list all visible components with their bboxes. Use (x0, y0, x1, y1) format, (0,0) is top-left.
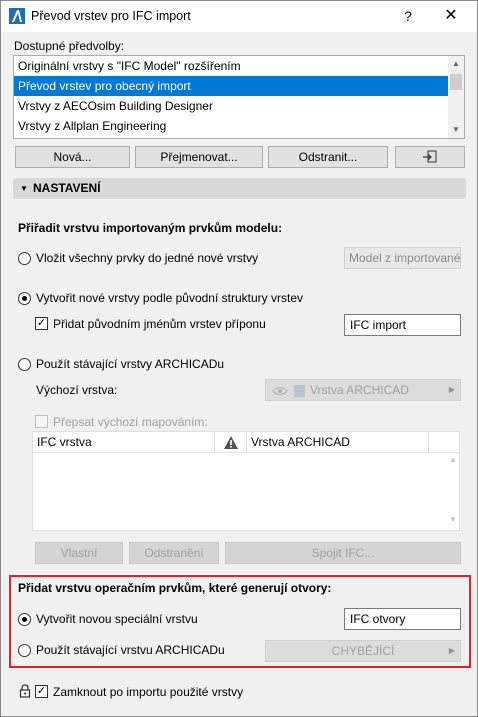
import-export-button[interactable] (395, 146, 465, 168)
presets-scrollbar[interactable]: ▲ ▼ (448, 56, 464, 138)
openings-existing-select[interactable]: CHYBĚJÍCÍ ▶ (265, 640, 461, 662)
scroll-down-icon[interactable]: ▼ (446, 515, 460, 524)
help-button[interactable]: ? (393, 5, 423, 27)
dropdown-arrow-icon: ▶ (448, 385, 455, 394)
settings-section-title: NASTAVENÍ (33, 181, 101, 195)
default-layer-select[interactable]: Vrstva ARCHICAD ▶ (265, 379, 461, 401)
rename-preset-button[interactable]: Přejmenovat... (135, 146, 263, 168)
mapping-table-scrollbar[interactable]: ▲ ▼ (446, 453, 460, 531)
radio-original-structure[interactable] (18, 292, 31, 305)
openings-heading: Přidat vrstvu operačním prvkům, které ge… (18, 581, 332, 595)
override-checkbox-label[interactable]: Přepsat výchozí mapováním: (53, 415, 208, 429)
eye-icon (272, 387, 288, 395)
remove-button[interactable]: Odstranění (129, 542, 219, 564)
title-bar: Převod vrstev pro IFC import ? ✕ (1, 1, 477, 32)
radio-existing-layers-label[interactable]: Použít stávající vrstvy ARCHICADu (36, 357, 224, 371)
radio-new-special-layer[interactable] (18, 613, 31, 626)
col-warning[interactable] (215, 432, 247, 453)
presets-label: Dostupné předvolby: (14, 39, 125, 53)
scroll-down-icon[interactable]: ▼ (448, 122, 464, 138)
merge-ifc-button[interactable]: Spojit IFC... (225, 542, 461, 564)
collapse-arrow-icon[interactable]: ▼ (20, 184, 28, 193)
suffix-checkbox[interactable]: ✓ (35, 317, 48, 330)
list-item[interactable]: Vrstvy z AECOsim Building Designer (14, 96, 448, 116)
dialog-window: Převod vrstev pro IFC import ? ✕ Dostupn… (0, 0, 478, 717)
scroll-thumb[interactable] (450, 74, 462, 90)
suffix-checkbox-label[interactable]: Přidat původním jménům vrstev příponu (53, 317, 266, 331)
warning-icon (223, 436, 238, 449)
openings-layer-input[interactable]: IFC otvory (344, 608, 461, 630)
mapping-table[interactable]: IFC vrstva Vrstva ARCHICAD (32, 431, 460, 531)
list-item[interactable]: Originální vrstvy s "IFC Model" rozšířen… (14, 56, 448, 76)
scroll-up-icon[interactable]: ▲ (448, 56, 464, 72)
lock-icon (19, 684, 31, 698)
radio-single-layer[interactable] (18, 252, 31, 265)
presets-list[interactable]: Originální vrstvy s "IFC Model" rozšířen… (13, 55, 465, 139)
window-title: Převod vrstev pro IFC import (31, 9, 191, 23)
radio-new-special-layer-label[interactable]: Vytvořit novou speciální vrstvu (36, 612, 198, 626)
lock-layers-label[interactable]: Zamknout po importu použité vrstvy (53, 685, 243, 699)
delete-preset-button[interactable]: Odstranit... (268, 146, 388, 168)
radio-existing-layer-label[interactable]: Použít stávající vrstvu ARCHICADu (36, 643, 225, 657)
dropdown-arrow-icon: ▶ (448, 646, 455, 655)
openings-existing-value: CHYBĚJÍCÍ (331, 644, 395, 658)
radio-existing-layer[interactable] (18, 644, 31, 657)
lock-layers-checkbox[interactable]: ✓ (35, 685, 48, 698)
assign-heading: Přiřadit vrstvu importovaným prvkům mode… (18, 221, 283, 235)
col-archicad-layer[interactable]: Vrstva ARCHICAD (247, 432, 429, 453)
suffix-input[interactable]: IFC import (344, 314, 461, 336)
default-layer-value: Vrstva ARCHICAD (310, 383, 409, 397)
mapping-table-header: IFC vrstva Vrstva ARCHICAD (33, 432, 459, 453)
scroll-up-icon[interactable]: ▲ (446, 455, 460, 464)
list-item-selected[interactable]: Převod vrstev pro obecný import (14, 76, 448, 96)
radio-single-layer-label[interactable]: Vložit všechny prvky do jedné nové vrstv… (36, 251, 258, 265)
list-item[interactable]: Vrstvy z Allplan Engineering (14, 116, 448, 136)
default-layer-label: Výchozí vrstva: (36, 383, 118, 397)
close-button[interactable]: ✕ (431, 5, 471, 27)
archicad-app-icon (9, 8, 25, 24)
radio-original-structure-label[interactable]: Vytvořit nové vrstvy podle původní struk… (36, 291, 303, 305)
override-checkbox[interactable] (35, 415, 48, 428)
model-layer-button[interactable]: Model z importované (344, 247, 461, 269)
radio-existing-layers[interactable] (18, 358, 31, 371)
import-icon (423, 150, 437, 163)
layer-icon (294, 385, 305, 397)
custom-button[interactable]: Vlastní (35, 542, 123, 564)
settings-section-header[interactable]: ▼ NASTAVENÍ (13, 178, 466, 199)
col-ifc-layer[interactable]: IFC vrstva (33, 432, 215, 453)
new-preset-button[interactable]: Nová... (15, 146, 130, 168)
